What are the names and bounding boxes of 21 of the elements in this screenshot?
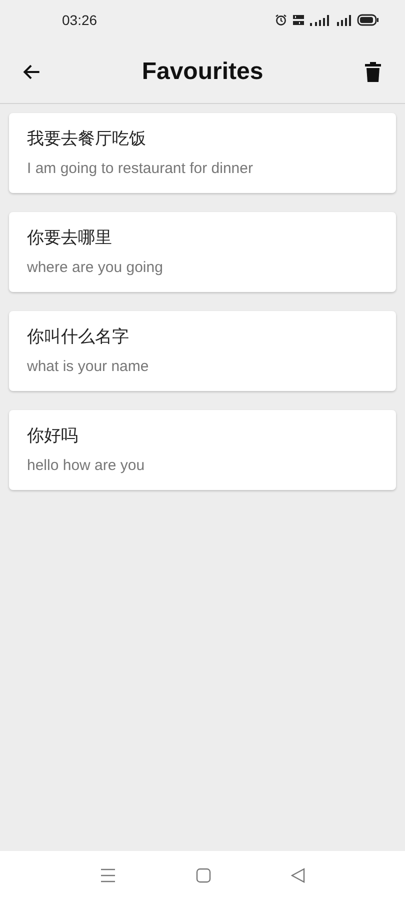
phrase-card[interactable]: 你好吗 hello how are you — [9, 410, 396, 490]
phrase-card[interactable]: 我要去餐厅吃饭 I am going to restaurant for dinner — [9, 113, 396, 193]
back-icon[interactable] — [291, 868, 305, 883]
chinese-phrase: 你好吗 — [27, 425, 79, 447]
english-translation: hello how are you — [27, 456, 146, 476]
chinese-phrase: 你要去哪里 — [27, 227, 113, 249]
signal-icon — [310, 14, 332, 26]
home-icon[interactable] — [196, 868, 211, 883]
phrase-card[interactable]: 你要去哪里 where are you going — [9, 212, 396, 292]
signal-icon — [337, 14, 352, 26]
menu-icon[interactable] — [100, 868, 116, 883]
alarm-icon — [275, 14, 287, 26]
english-translation: what is your name — [27, 357, 150, 377]
phrase-card[interactable]: 你叫什么名字 what is your name — [9, 311, 396, 391]
chinese-phrase: 我要去餐厅吃饭 — [27, 128, 147, 150]
battery-icon — [357, 14, 379, 26]
page-title: Favourites — [142, 56, 264, 86]
chinese-phrase: 你叫什么名字 — [27, 326, 130, 348]
english-translation: where are you going — [27, 258, 164, 278]
status-time: 03:26 — [62, 10, 98, 30]
english-translation: I am going to restaurant for dinner — [27, 159, 254, 179]
